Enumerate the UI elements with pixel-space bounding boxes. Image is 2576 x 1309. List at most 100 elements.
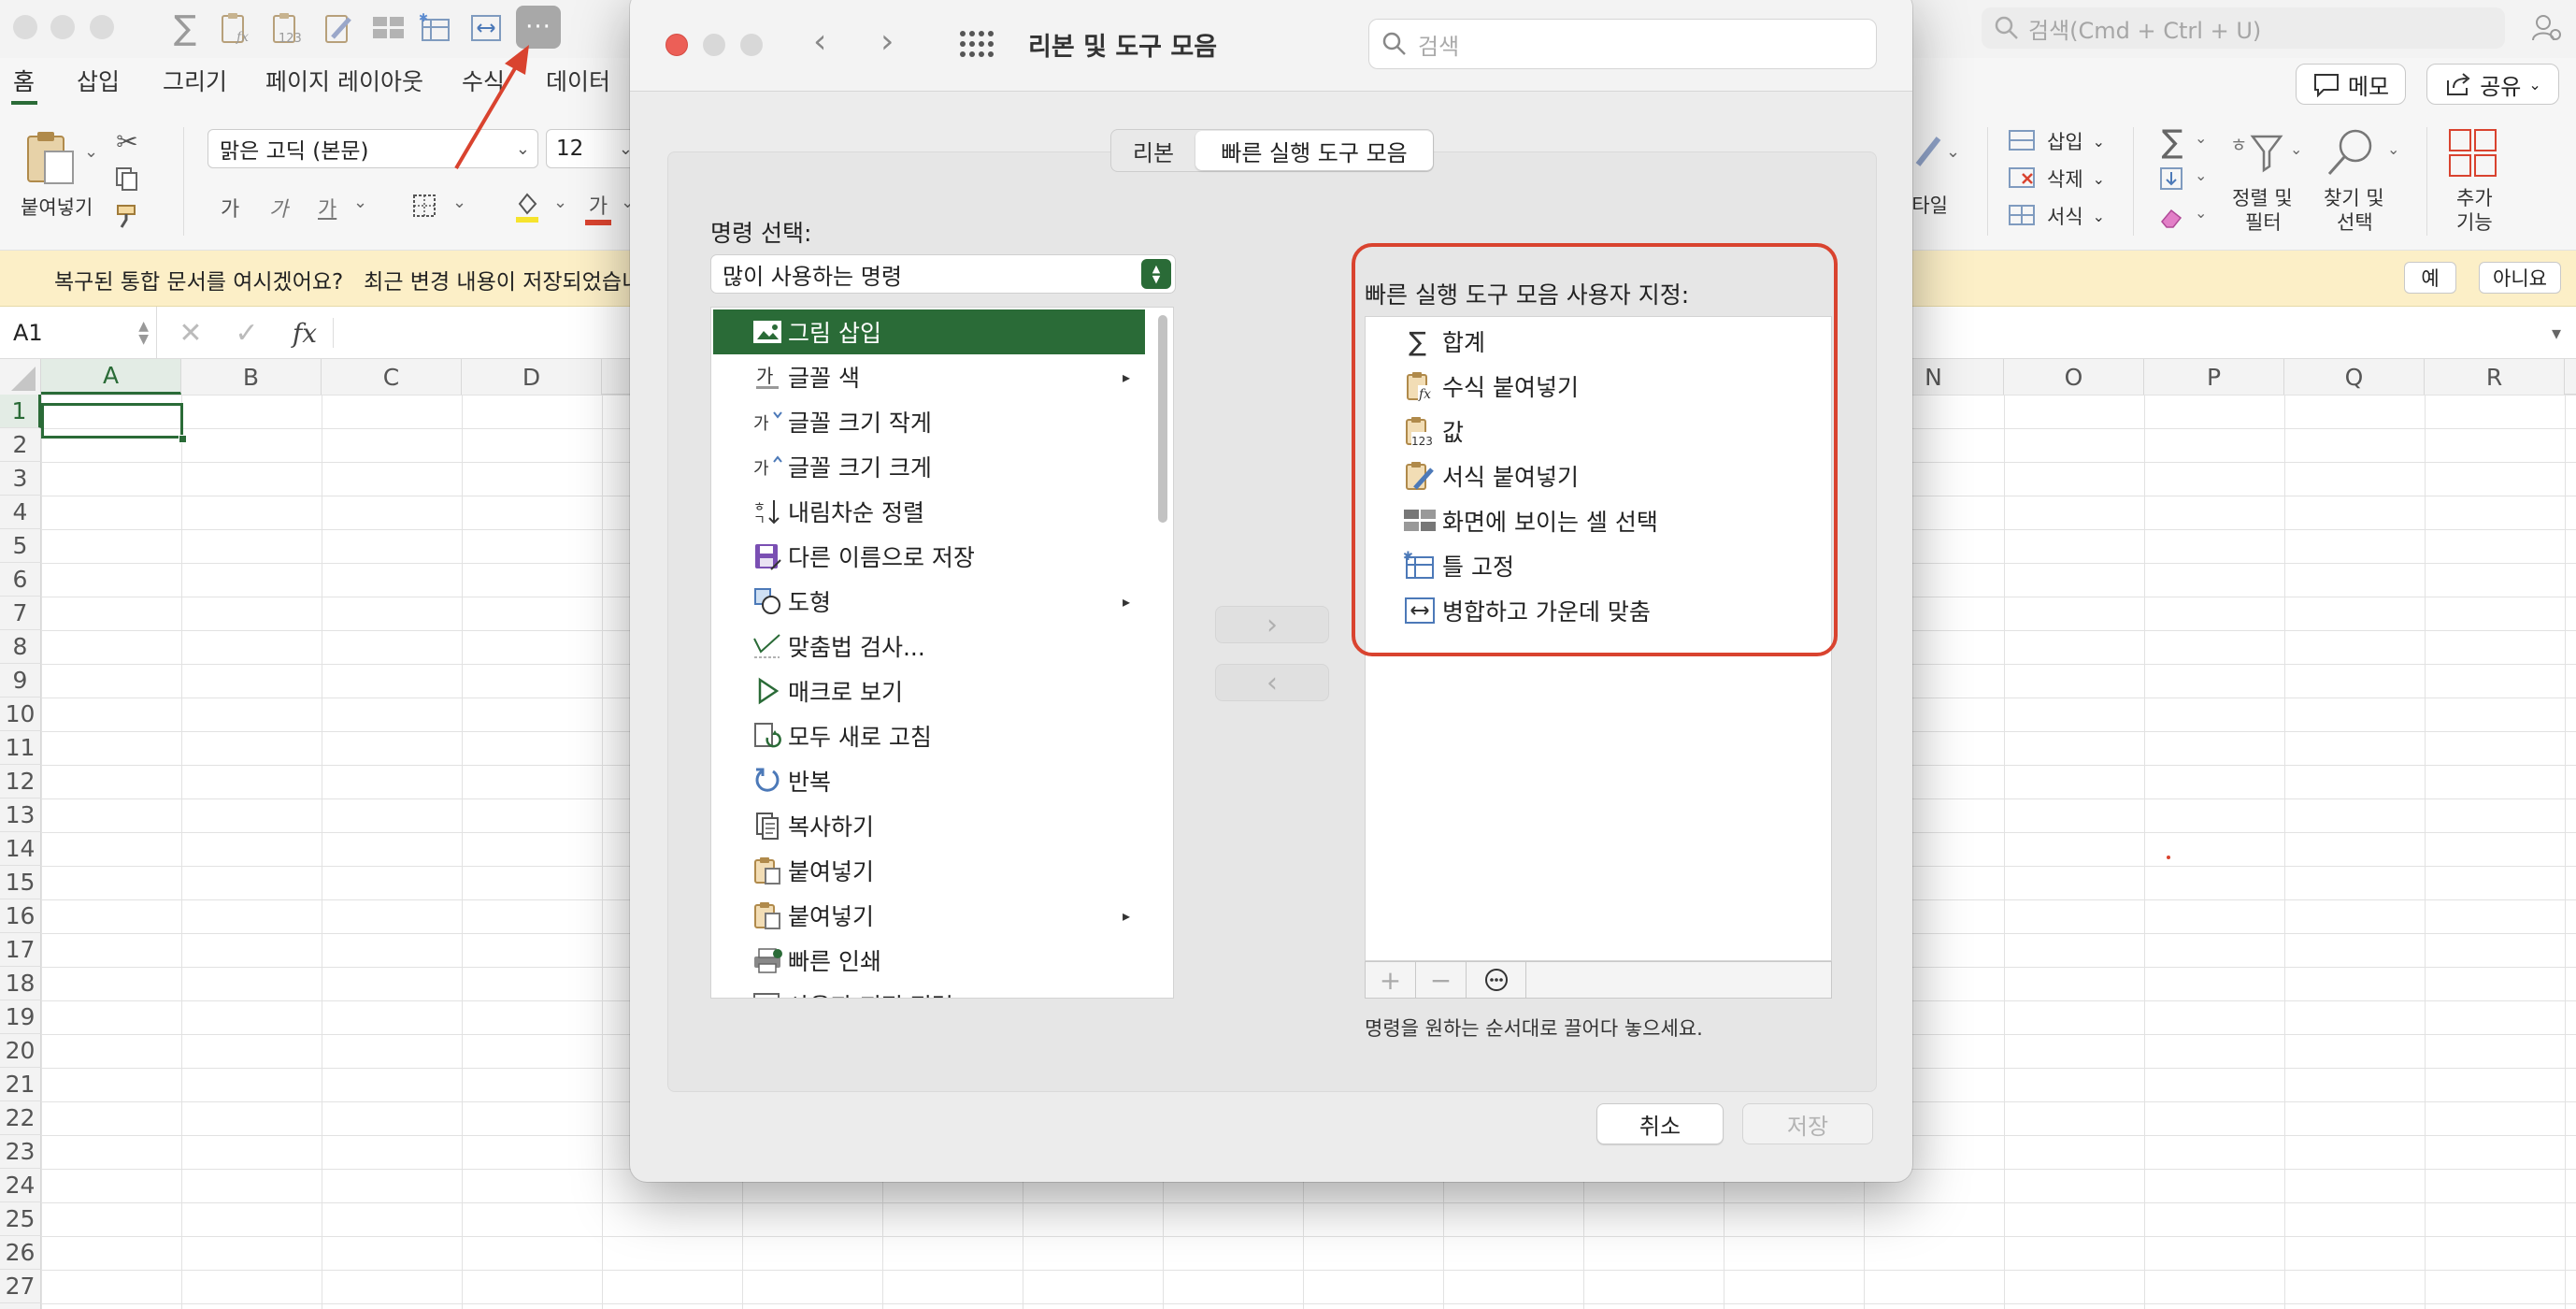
underline-button[interactable]: 가 [318, 193, 336, 223]
underline-chevron[interactable]: ⌄ [353, 193, 367, 212]
active-cell-a1[interactable] [41, 403, 183, 439]
paste-formula-icon[interactable]: fx [217, 9, 254, 47]
row-header[interactable]: 26 [0, 1236, 41, 1270]
sum-icon[interactable]: ∑ [166, 9, 204, 48]
font-size-dropdown[interactable]: 12 ⌄ [546, 129, 637, 168]
sort-filter-button[interactable]: ㅎ ⌄ 정렬 및 필터 [2225, 127, 2309, 239]
column-header[interactable]: P [2144, 359, 2284, 395]
row-header[interactable]: 8 [0, 630, 41, 664]
more-options-button[interactable] [1467, 962, 1526, 998]
column-header[interactable]: B [181, 359, 322, 395]
tab-page-layout[interactable]: 페이지 레이아웃 [265, 64, 423, 97]
row-header[interactable]: 12 [0, 765, 41, 798]
row-header[interactable]: 25 [0, 1202, 41, 1236]
commands-scrollbar-thumb[interactable] [1158, 315, 1167, 523]
select-all-corner[interactable] [0, 359, 41, 395]
command-item[interactable]: 맞춤법 검사... [713, 624, 1145, 669]
fill-color-icon[interactable] [510, 189, 544, 226]
choose-commands-dropdown[interactable]: 많이 사용하는 명령 ▲ ▼ [710, 254, 1176, 294]
style-group-icon[interactable] [1907, 129, 1952, 174]
row-header[interactable]: 15 [0, 866, 41, 899]
paste-values-icon[interactable]: 123 [269, 9, 310, 47]
column-header[interactable]: C [322, 359, 462, 395]
command-item[interactable]: 가 글꼴 크기 작게 [713, 399, 1145, 444]
tab-draw[interactable]: 그리기 [163, 64, 227, 97]
row-header[interactable]: 7 [0, 597, 41, 630]
border-icon[interactable] [408, 189, 441, 223]
row-header[interactable]: 3 [0, 462, 41, 496]
command-item[interactable]: ㅎㄱ 내림차순 정렬 [713, 489, 1145, 534]
italic-button[interactable]: 가 [269, 193, 288, 223]
row-header[interactable]: 13 [0, 798, 41, 832]
formula-expand-icon[interactable]: ▾ [2552, 322, 2561, 344]
tab-quick-access-toolbar[interactable]: 빠른 실행 도구 모음 [1195, 131, 1433, 170]
insert-function-icon[interactable]: fx [284, 314, 325, 352]
name-box-stepper-icon[interactable]: ▲ ▼ [138, 320, 149, 346]
addins-button[interactable]: 추가 기능 [2441, 127, 2507, 239]
row-header[interactable]: 11 [0, 731, 41, 765]
row-header[interactable]: 24 [0, 1169, 41, 1202]
command-item[interactable]: 그림 삽입 [713, 309, 1145, 354]
row-header[interactable]: 2 [0, 428, 41, 462]
command-item[interactable]: 다른 이름으로 저장 [713, 534, 1145, 579]
tab-insert[interactable]: 삽입 [77, 64, 120, 97]
cancel-button[interactable]: 취소 [1596, 1103, 1724, 1144]
app-search-box[interactable]: 검색(Cmd + Ctrl + U) [1982, 7, 2505, 49]
command-item[interactable]: 빠른 인쇄 [713, 938, 1145, 983]
command-item[interactable]: 사용자 지정 정렬 [713, 983, 1145, 998]
dialog-search-box[interactable]: 검색 [1368, 19, 1877, 69]
row-header[interactable]: 1 [0, 395, 41, 428]
dialog-close-dot[interactable] [665, 34, 688, 56]
paste-chevron[interactable]: ⌄ [84, 142, 98, 162]
column-header[interactable]: A [41, 359, 181, 395]
command-item[interactable]: 모두 새로 고침 [713, 713, 1145, 758]
command-item[interactable]: 복사하기 [713, 803, 1145, 848]
row-header[interactable]: 17 [0, 933, 41, 967]
command-item[interactable]: 도형 ▸ [713, 579, 1145, 624]
tab-ribbon[interactable]: 리본 [1111, 130, 1195, 171]
command-item[interactable]: 붙여넣기 ▸ [713, 893, 1145, 938]
row-header[interactable]: 20 [0, 1034, 41, 1068]
fill-chevron[interactable]: ⌄ [553, 193, 567, 212]
row-header[interactable]: 9 [0, 664, 41, 698]
remove-command-button[interactable]: ‹ [1215, 664, 1329, 701]
notification-yes-button[interactable]: 예 [2404, 262, 2456, 294]
save-button[interactable]: 저장 [1742, 1103, 1873, 1144]
paste-big-icon[interactable] [22, 127, 79, 189]
memo-button[interactable]: 메모 [2296, 64, 2406, 105]
row-header[interactable]: 4 [0, 496, 41, 529]
forward-chevron-icon[interactable]: › [880, 22, 894, 61]
find-select-button[interactable]: ⌄ 찾기 및 선택 [2316, 127, 2410, 239]
fill-chevron-2[interactable]: ⌄ [2195, 166, 2207, 184]
autosum-icon[interactable]: ∑ [2154, 123, 2191, 161]
copy-icon[interactable] [110, 163, 144, 194]
bold-button[interactable]: 가 [221, 193, 239, 223]
tab-home[interactable]: 홈 [13, 64, 35, 97]
style-chevron[interactable]: ⌄ [1946, 142, 1960, 162]
remove-item-button[interactable]: − [1416, 962, 1467, 998]
row-header[interactable]: 27 [0, 1270, 41, 1303]
command-item[interactable]: 반복 [713, 758, 1145, 803]
confirm-edit-icon[interactable]: ✓ [230, 316, 264, 350]
add-item-button[interactable]: + [1366, 962, 1416, 998]
account-icon[interactable] [2527, 9, 2565, 47]
tab-data[interactable]: 데이터 [546, 64, 610, 97]
row-header[interactable]: 18 [0, 967, 41, 1000]
border-chevron[interactable]: ⌄ [452, 193, 466, 212]
row-header[interactable]: 16 [0, 899, 41, 933]
cancel-edit-icon[interactable]: ✕ [174, 316, 208, 350]
commands-list[interactable]: 그림 삽입 가 글꼴 색 ▸ 가 글꼴 크기 작게 가 글꼴 크기 크게 ㅎㄱ … [710, 307, 1174, 999]
command-item[interactable]: 가 글꼴 크기 크게 [713, 444, 1145, 489]
back-chevron-icon[interactable]: ‹ [813, 22, 826, 61]
fill-down-icon[interactable] [2154, 163, 2191, 196]
row-header[interactable]: 6 [0, 563, 41, 597]
autosum-chevron[interactable]: ⌄ [2195, 129, 2207, 147]
format-painter-icon[interactable] [110, 200, 144, 232]
format-cells-button[interactable]: 서식 ⌄ [2008, 200, 2105, 232]
clear-chevron[interactable]: ⌄ [2195, 204, 2207, 222]
window-minimize-dot[interactable] [50, 15, 75, 39]
font-color-icon[interactable]: 가 [581, 187, 615, 228]
paste-format-icon[interactable] [322, 9, 359, 47]
name-box[interactable]: A1 ▲ ▼ [0, 307, 157, 359]
column-header[interactable]: O [2004, 359, 2144, 395]
